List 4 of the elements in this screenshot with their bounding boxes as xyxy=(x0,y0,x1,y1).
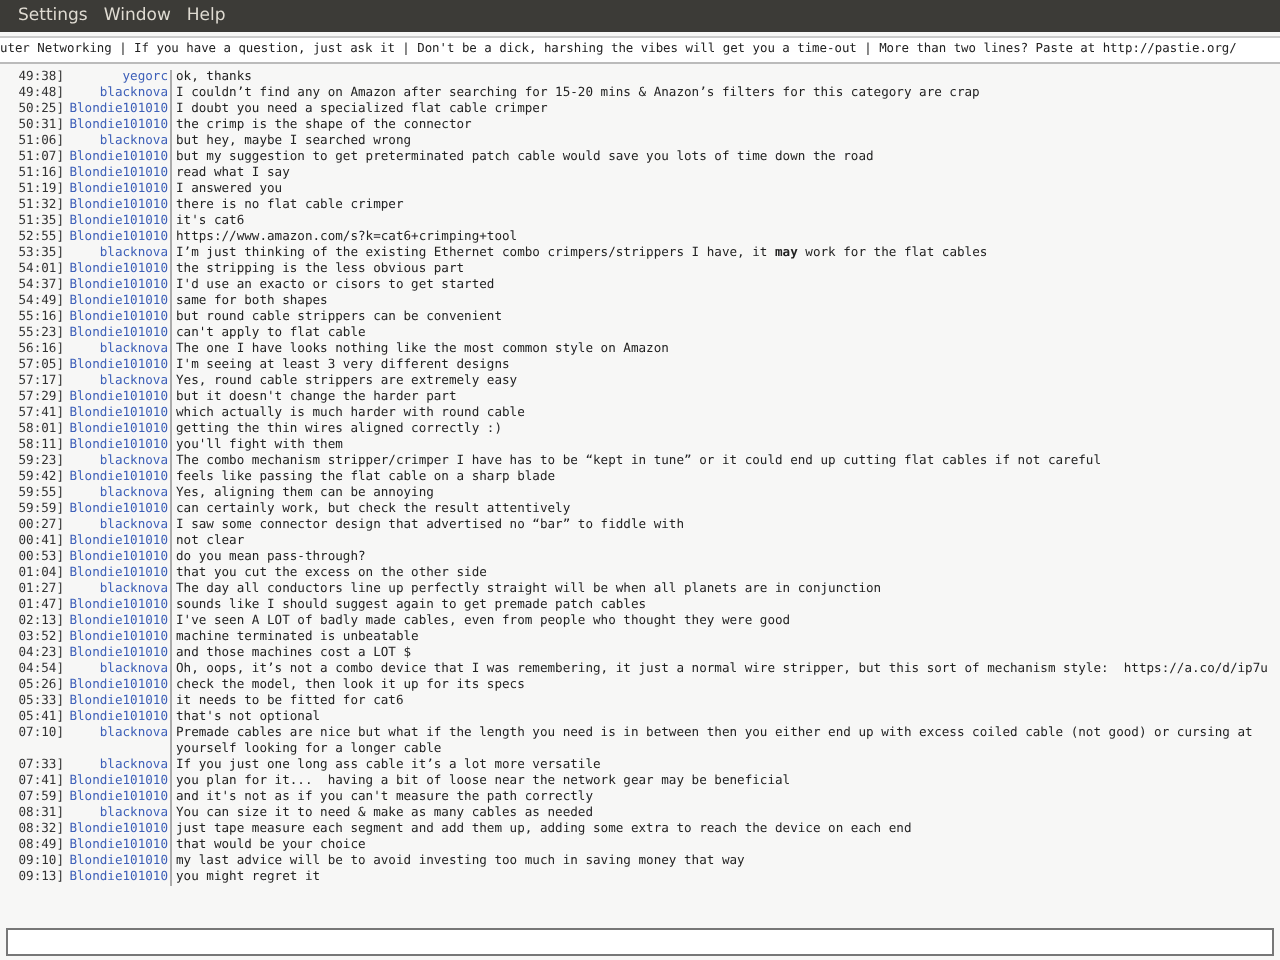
menu-item[interactable]: Settings xyxy=(18,6,88,26)
message-input[interactable] xyxy=(6,928,1274,956)
menu-item[interactable]: Window xyxy=(103,6,171,26)
menu-item[interactable]: Help xyxy=(186,6,226,26)
